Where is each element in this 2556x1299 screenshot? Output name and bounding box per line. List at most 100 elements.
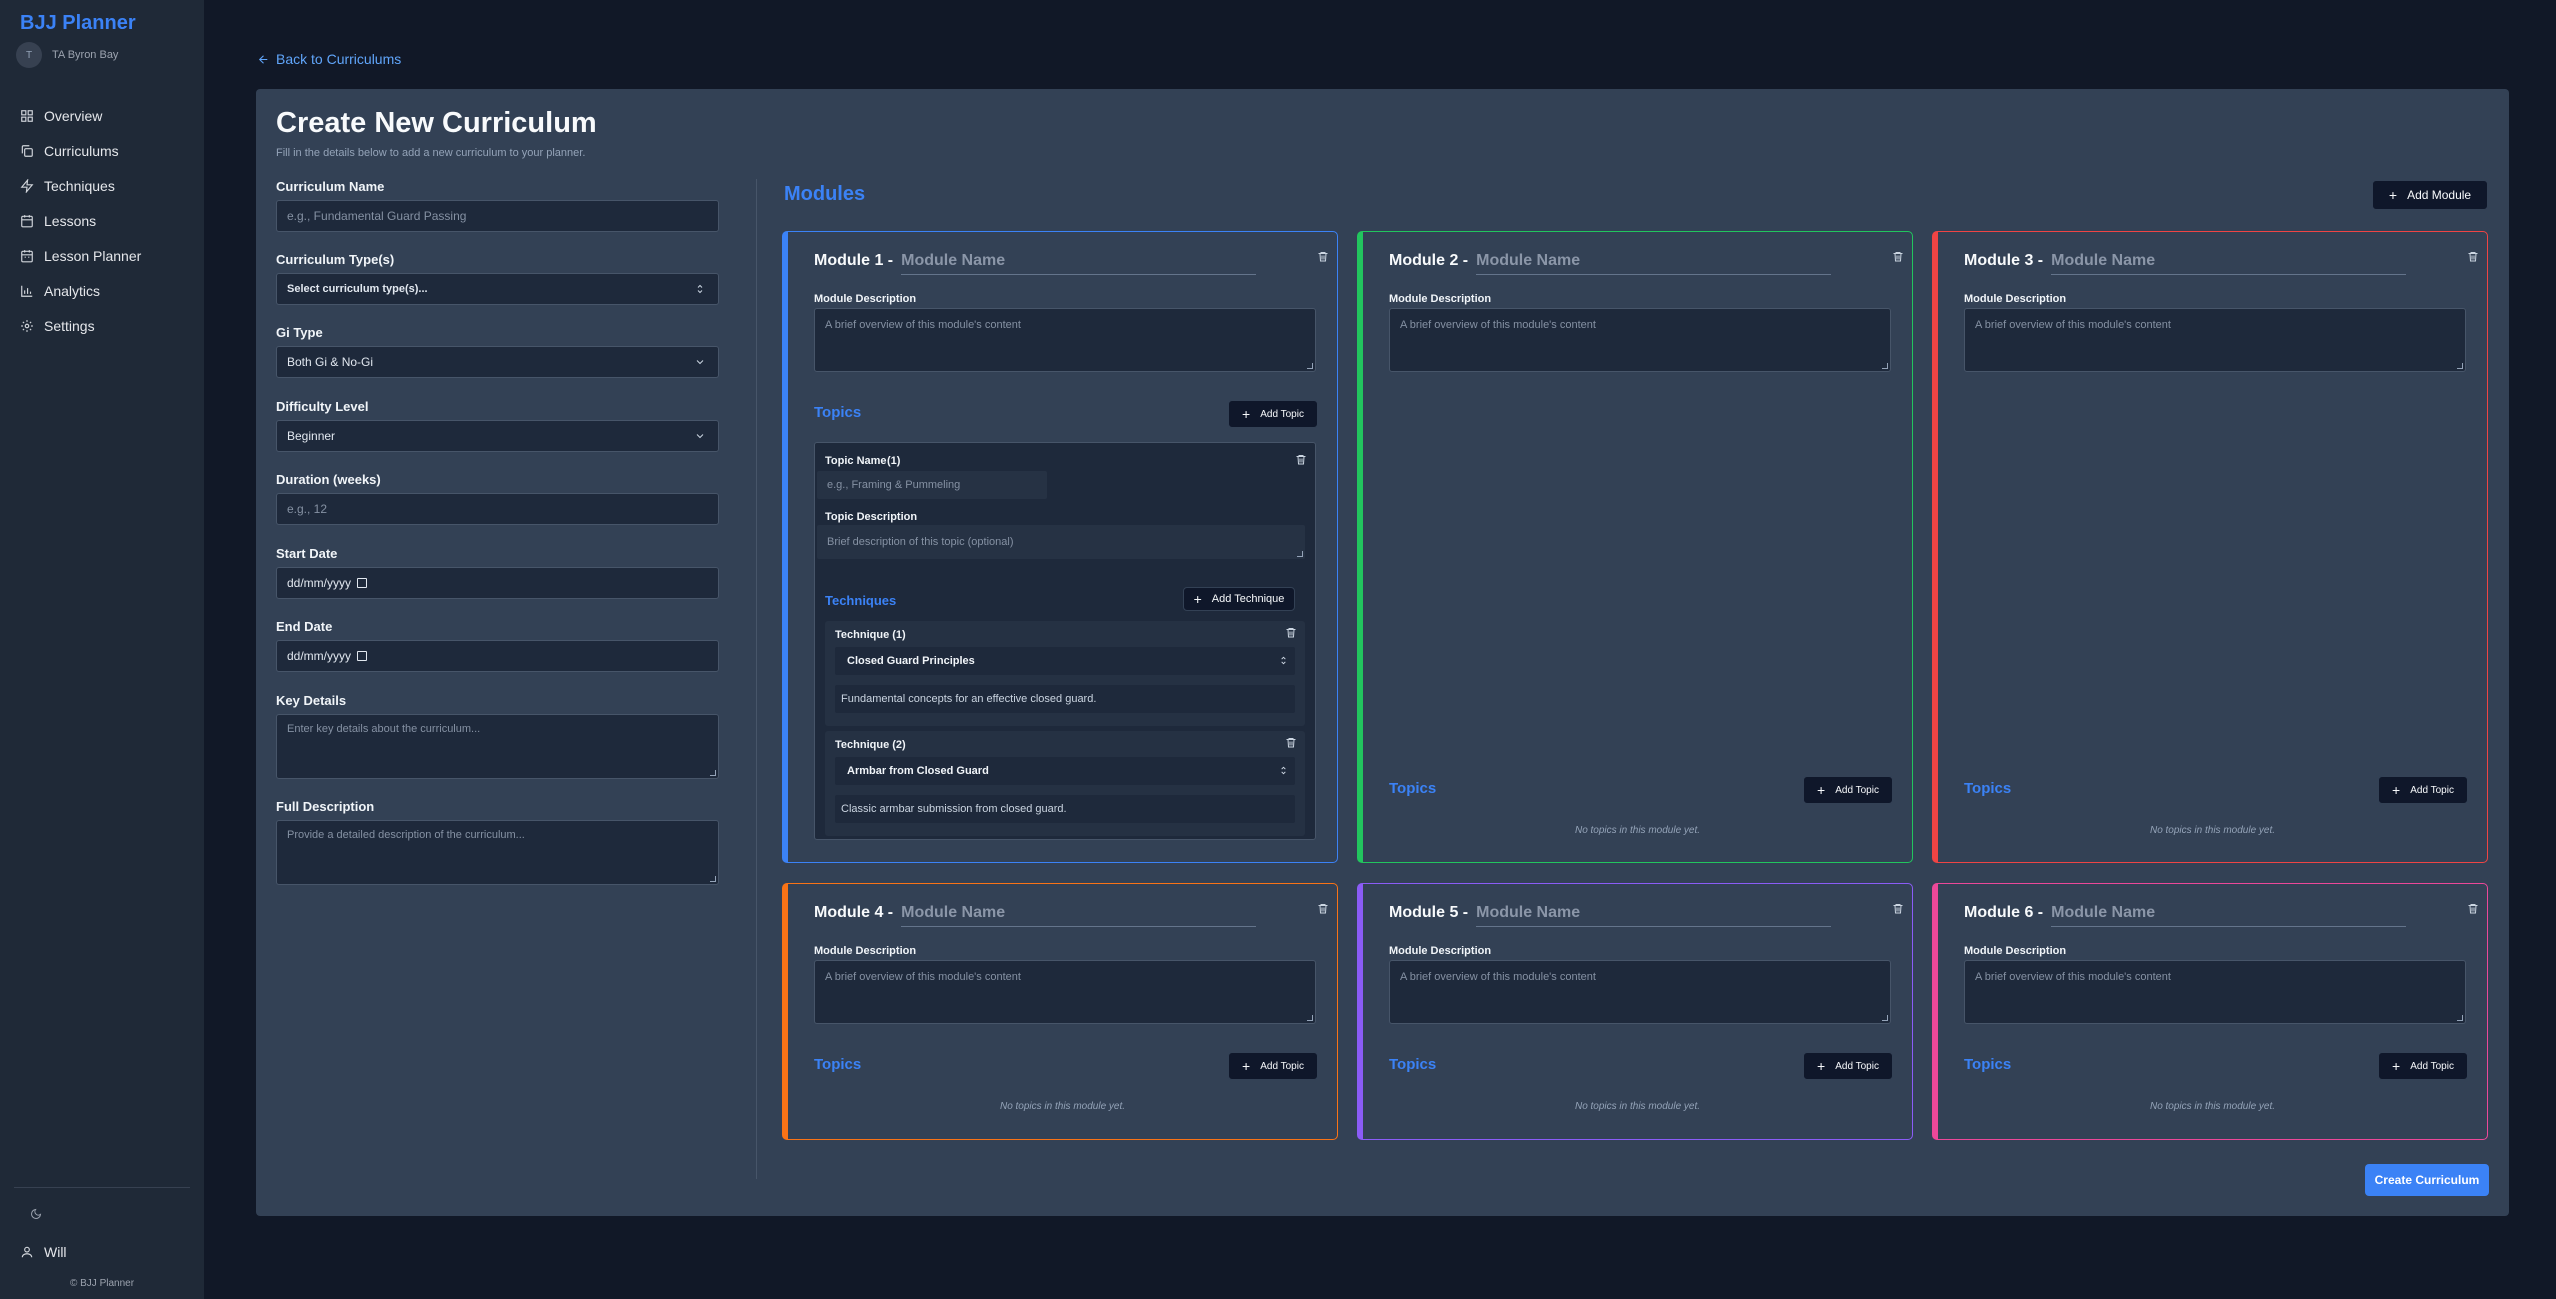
field-end-date: End Date dd/mm/yyyy bbox=[276, 619, 719, 672]
back-link-label: Back to Curriculums bbox=[276, 51, 402, 67]
resize-handle[interactable] bbox=[710, 770, 716, 776]
add-topic-button[interactable]: + Add Topic bbox=[1803, 776, 1893, 804]
module-description-placeholder: A brief overview of this module's conten… bbox=[1975, 319, 2171, 331]
module-description-placeholder: A brief overview of this module's conten… bbox=[825, 971, 1021, 983]
delete-module-icon[interactable] bbox=[1892, 902, 1904, 915]
resize-handle[interactable] bbox=[1882, 1015, 1888, 1021]
resize-handle[interactable] bbox=[2457, 363, 2463, 369]
difficulty-select[interactable]: Beginner bbox=[276, 420, 719, 452]
calendar-icon[interactable] bbox=[357, 578, 368, 588]
resize-handle[interactable] bbox=[1307, 1015, 1313, 1021]
topic-description-textarea[interactable]: Brief description of this topic (optiona… bbox=[817, 525, 1305, 559]
plus-icon: + bbox=[1817, 782, 1826, 798]
module-number: Module 5 - bbox=[1389, 904, 1469, 921]
end-date-input[interactable]: dd/mm/yyyy bbox=[276, 640, 719, 672]
resize-handle[interactable] bbox=[1297, 551, 1303, 557]
sidebar-item-overview[interactable]: Overview bbox=[14, 98, 194, 133]
delete-technique-icon[interactable] bbox=[1285, 626, 1297, 639]
sidebar-item-label: Settings bbox=[44, 317, 95, 334]
delete-technique-icon[interactable] bbox=[1285, 736, 1297, 749]
user-menu[interactable]: Will bbox=[20, 1244, 67, 1260]
arrow-left-icon bbox=[258, 54, 268, 64]
sidebar-item-lesson-planner[interactable]: Lesson Planner bbox=[14, 238, 194, 273]
calendar-icon[interactable] bbox=[357, 651, 368, 661]
module-number: Module 2 - bbox=[1389, 252, 1469, 269]
add-topic-label: Add Topic bbox=[2410, 784, 2454, 796]
duration-input[interactable]: e.g., 12 bbox=[276, 493, 719, 525]
sidebar-item-label: Curriculums bbox=[44, 142, 119, 159]
module-number: Module 6 - bbox=[1964, 904, 2044, 921]
account-switcher[interactable]: T TA Byron Bay bbox=[16, 42, 118, 68]
resize-handle[interactable] bbox=[710, 876, 716, 882]
theme-toggle-button[interactable] bbox=[30, 1207, 46, 1223]
delete-module-icon[interactable] bbox=[2467, 250, 2479, 263]
topic-name-input[interactable]: e.g., Framing & Pummeling bbox=[817, 471, 1047, 499]
resize-handle[interactable] bbox=[1882, 363, 1888, 369]
sidebar-item-settings[interactable]: Settings bbox=[14, 308, 194, 343]
sidebar-item-curriculums[interactable]: Curriculums bbox=[14, 133, 194, 168]
add-technique-label: Add Technique bbox=[1211, 593, 1285, 605]
delete-topic-icon[interactable] bbox=[1295, 453, 1307, 466]
gi-type-select[interactable]: Both Gi & No-Gi bbox=[276, 346, 719, 378]
add-module-button[interactable]: + Add Module bbox=[2372, 180, 2488, 210]
module-description-textarea[interactable]: A brief overview of this module's conten… bbox=[1964, 960, 2466, 1024]
add-topic-label: Add Topic bbox=[1835, 784, 1879, 796]
field-gi-type: Gi Type Both Gi & No-Gi bbox=[276, 325, 719, 378]
module-description-textarea[interactable]: A brief overview of this module's conten… bbox=[814, 308, 1316, 372]
module-description-textarea[interactable]: A brief overview of this module's conten… bbox=[814, 960, 1316, 1024]
curriculum-type-select[interactable]: Select curriculum type(s)... bbox=[276, 273, 719, 305]
module-description-placeholder: A brief overview of this module's conten… bbox=[1400, 319, 1596, 331]
module-description-textarea[interactable]: A brief overview of this module's conten… bbox=[1389, 308, 1891, 372]
curriculum-name-input[interactable]: e.g., Fundamental Guard Passing bbox=[276, 200, 719, 232]
start-date-input[interactable]: dd/mm/yyyy bbox=[276, 567, 719, 599]
create-curriculum-button[interactable]: Create Curriculum bbox=[2365, 1164, 2489, 1196]
resize-handle[interactable] bbox=[1307, 363, 1313, 369]
sidebar-item-techniques[interactable]: Techniques bbox=[14, 168, 194, 203]
module-name-input[interactable]: Module Name bbox=[2051, 252, 2407, 275]
technique-select[interactable]: Armbar from Closed Guard bbox=[835, 757, 1295, 785]
add-topic-button[interactable]: + Add Topic bbox=[2378, 776, 2468, 804]
technique-label: Technique (1) bbox=[835, 629, 906, 641]
plus-icon: + bbox=[1817, 1058, 1826, 1074]
technique-select[interactable]: Closed Guard Principles bbox=[835, 647, 1295, 675]
module-name-input[interactable]: Module Name bbox=[2051, 904, 2407, 927]
technique-description[interactable]: Fundamental concepts for an effective cl… bbox=[835, 685, 1295, 713]
field-curriculum-name: Curriculum Name e.g., Fundamental Guard … bbox=[276, 179, 719, 232]
delete-module-icon[interactable] bbox=[1892, 250, 1904, 263]
add-topic-button[interactable]: + Add Topic bbox=[2378, 1052, 2468, 1080]
resize-handle[interactable] bbox=[2457, 1015, 2463, 1021]
module-description-textarea[interactable]: A brief overview of this module's conten… bbox=[1964, 308, 2466, 372]
key-details-placeholder: Enter key details about the curriculum..… bbox=[287, 723, 481, 735]
grid-icon bbox=[21, 109, 33, 122]
key-details-textarea[interactable]: Enter key details about the curriculum..… bbox=[276, 714, 719, 779]
module-name-input[interactable]: Module Name bbox=[901, 904, 1257, 927]
module-number: Module 4 - bbox=[814, 904, 894, 921]
module-description-label: Module Description bbox=[1964, 945, 2067, 957]
add-topic-button[interactable]: + Add Topic bbox=[1228, 1052, 1318, 1080]
field-duration: Duration (weeks) e.g., 12 bbox=[276, 472, 719, 525]
delete-module-icon[interactable] bbox=[1317, 902, 1329, 915]
module-name-input[interactable]: Module Name bbox=[1476, 252, 1832, 275]
module-card-1: Module 1 - Module Name Module Descriptio… bbox=[782, 231, 1338, 863]
sidebar-item-label: Overview bbox=[44, 107, 103, 124]
delete-module-icon[interactable] bbox=[1317, 250, 1329, 263]
add-topic-button[interactable]: + Add Topic bbox=[1228, 400, 1318, 428]
brand-logo[interactable]: BJJ Planner bbox=[20, 12, 136, 35]
module-description-textarea[interactable]: A brief overview of this module's conten… bbox=[1389, 960, 1891, 1024]
full-description-textarea[interactable]: Provide a detailed description of the cu… bbox=[276, 820, 719, 885]
copyright: © BJJ Planner bbox=[69, 1278, 135, 1289]
sidebar-item-lessons[interactable]: Lessons bbox=[14, 203, 194, 238]
technique-description[interactable]: Classic armbar submission from closed gu… bbox=[835, 795, 1295, 823]
chevron-down-icon bbox=[694, 356, 706, 368]
field-label: Key Details bbox=[276, 693, 347, 708]
add-technique-button[interactable]: + Add Technique bbox=[1183, 587, 1295, 611]
back-link[interactable]: Back to Curriculums bbox=[257, 51, 401, 67]
module-name-input[interactable]: Module Name bbox=[901, 252, 1257, 275]
module-name-input[interactable]: Module Name bbox=[1476, 904, 1832, 927]
delete-module-icon[interactable] bbox=[2467, 902, 2479, 915]
add-topic-button[interactable]: + Add Topic bbox=[1803, 1052, 1893, 1080]
sidebar-item-analytics[interactable]: Analytics bbox=[14, 273, 194, 308]
modules-title: Modules bbox=[784, 183, 866, 205]
module-card-4: Module 4 - Module Name Module Descriptio… bbox=[782, 883, 1338, 1140]
sidebar-item-label: Techniques bbox=[44, 177, 115, 194]
